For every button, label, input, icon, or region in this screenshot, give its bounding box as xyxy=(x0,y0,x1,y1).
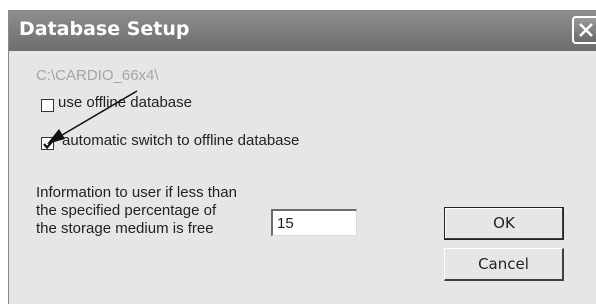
percentage-input[interactable] xyxy=(271,209,357,236)
cancel-button[interactable]: Cancel xyxy=(444,248,564,281)
info-text-line-1: Information to user if less than xyxy=(36,184,237,201)
title-bar[interactable]: Database Setup xyxy=(9,11,596,51)
database-setup-dialog: Database Setup C:\CARDIO_66x4\ use offli… xyxy=(8,10,596,304)
window-title: Database Setup xyxy=(19,18,190,40)
automatic-switch-label[interactable]: automatic switch to offline database xyxy=(62,132,299,149)
use-offline-database-label[interactable]: use offline database xyxy=(58,94,192,111)
close-button[interactable] xyxy=(572,16,596,44)
info-text-line-2: the specified percentage of xyxy=(36,202,217,219)
checkmark-icon xyxy=(43,139,54,150)
info-text-line-3: the storage medium is free xyxy=(36,220,214,237)
close-icon xyxy=(579,23,593,37)
database-path-label: C:\CARDIO_66x4\ xyxy=(36,67,159,84)
automatic-switch-checkbox[interactable] xyxy=(41,137,54,150)
ok-button[interactable]: OK xyxy=(444,207,564,240)
use-offline-database-checkbox[interactable] xyxy=(41,99,54,112)
